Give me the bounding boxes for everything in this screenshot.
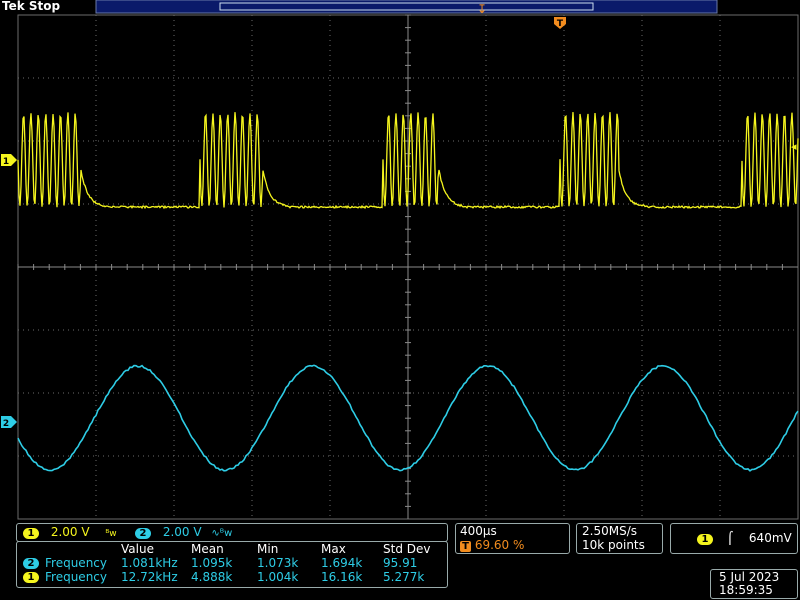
measurement-header-mean: Mean xyxy=(191,543,224,556)
ch1-badge: 1 xyxy=(23,528,39,539)
measurement-panel[interactable]: Value Mean Min Max Std Dev 2 Frequency 1.081kH… xyxy=(16,541,448,588)
ch1-bandwidth-icon: ᴮw xyxy=(105,529,116,539)
measurement-header-std-dev: Std Dev xyxy=(383,543,430,556)
trigger-slope-icon: ⌠ xyxy=(727,531,733,545)
trigger-t-letter: T xyxy=(557,19,564,29)
channel-scale-panel[interactable]: 1 2.00 V ᴮw 2 2.00 V ∿ᴮw xyxy=(16,523,448,542)
measurement-channel-badge: 1 xyxy=(23,572,39,583)
trigger-source-badge: 1 xyxy=(697,534,713,545)
sample-rate: 2.50MS/s xyxy=(582,525,637,538)
ch1-scale-value: 2.00 V xyxy=(51,525,90,539)
trigger-panel[interactable]: 1 ⌠ 640mV xyxy=(670,523,798,554)
ch2-scale-readout[interactable]: 2 2.00 V ∿ᴮw xyxy=(135,526,232,540)
measurement-header-min: Min xyxy=(257,543,278,556)
measurement-name: Frequency xyxy=(45,571,107,584)
ch1-scale-readout[interactable]: 1 2.00 V ᴮw xyxy=(23,526,117,541)
measurement-max: 16.16k xyxy=(321,571,362,584)
measurement-std: 5.277k xyxy=(383,571,424,584)
measurement-channel-badge: 2 xyxy=(23,558,39,569)
measurement-name: Frequency xyxy=(45,557,107,570)
trigger-position-icon: T xyxy=(460,541,471,552)
measurement-header-max: Max xyxy=(321,543,346,556)
ch1-marker-label: 1 xyxy=(3,157,9,167)
trigger-position-value: 69.60 % xyxy=(475,538,525,552)
measurement-mean: 4.888k xyxy=(191,571,232,584)
measurement-mean: 1.095k xyxy=(191,557,232,570)
trigger-readout: 1 ⌠ 640mV xyxy=(697,532,792,545)
ch2-scale-value: 2.00 V xyxy=(163,525,202,539)
measurement-max: 1.694k xyxy=(321,557,362,570)
record-overview-bar[interactable] xyxy=(96,0,717,13)
timebase-scale: 400µs xyxy=(460,525,497,538)
oscilloscope-screen: Tek Stop ↧ T 1 2 ◂ 1 2.00 V ᴮw 2 2.00 V … xyxy=(0,0,800,600)
trigger-position-readout: T 69.60 % xyxy=(460,539,524,552)
trigger-level: 640mV xyxy=(749,531,792,545)
ch1-ground-marker[interactable]: 1 xyxy=(1,154,17,167)
measurement-min: 1.004k xyxy=(257,571,298,584)
waveform-display: ↧ T 1 2 ◂ xyxy=(0,0,800,520)
time-label: 18:59:35 xyxy=(719,584,773,597)
trigger-position-marker: ↧ xyxy=(477,2,487,16)
ch2-badge: 2 xyxy=(135,528,151,539)
measurement-header-value: Value xyxy=(121,543,154,556)
ch2-ground-marker[interactable]: 2 xyxy=(1,416,17,429)
timebase-panel[interactable]: 400µs T 69.60 % xyxy=(455,523,570,554)
ch2-coupling-icon: ∿ᴮw xyxy=(211,528,232,539)
acquisition-panel[interactable]: 2.50MS/s 10k points xyxy=(576,523,663,554)
record-length: 10k points xyxy=(582,539,645,552)
measurement-min: 1.073k xyxy=(257,557,298,570)
measurement-value: 1.081kHz xyxy=(121,557,178,570)
ch2-marker-label: 2 xyxy=(3,419,9,429)
datetime-panel: 5 Jul 2023 18:59:35 xyxy=(710,569,798,599)
measurement-value: 12.72kHz xyxy=(121,571,178,584)
measurement-std: 95.91 xyxy=(383,557,417,570)
